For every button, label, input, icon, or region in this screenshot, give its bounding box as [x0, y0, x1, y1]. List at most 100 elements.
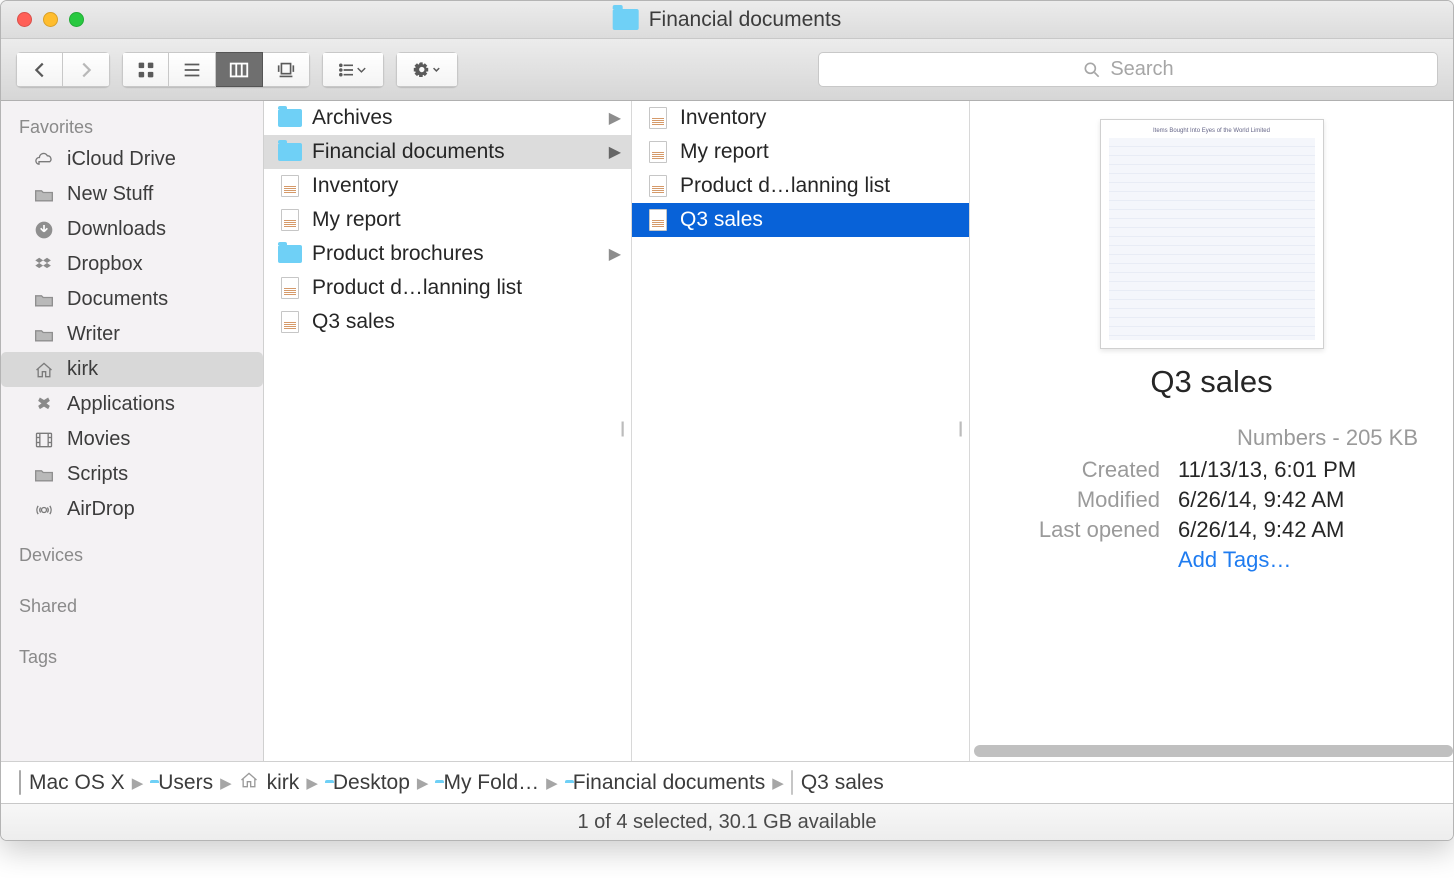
toolbar: Search — [1, 39, 1453, 101]
column-item[interactable]: My report — [632, 135, 969, 169]
sidebar-item-new-stuff[interactable]: New Stuff — [1, 177, 263, 212]
doc-icon — [278, 175, 302, 197]
path-segment[interactable]: Users — [150, 771, 213, 795]
column-item-label: Archives — [312, 106, 393, 130]
sidebar-item-icloud-drive[interactable]: iCloud Drive — [1, 142, 263, 177]
sidebar-item-kirk[interactable]: kirk — [1, 352, 263, 387]
search-input[interactable]: Search — [818, 52, 1438, 87]
column-browser: Archives▶Financial documents▶InventoryMy… — [264, 101, 1453, 761]
search-wrapper: Search — [818, 52, 1438, 87]
sidebar-item-label: kirk — [67, 358, 98, 381]
column-item-label: Inventory — [312, 174, 398, 198]
minimize-icon[interactable] — [43, 12, 58, 27]
sidebar-item-downloads[interactable]: Downloads — [1, 212, 263, 247]
sidebar-item-documents[interactable]: Documents — [1, 282, 263, 317]
horizontal-scrollbar[interactable] — [534, 741, 1453, 761]
add-tags-button[interactable]: Add Tags… — [1005, 547, 1418, 573]
icon-view-button[interactable] — [122, 52, 169, 87]
titlebar: Financial documents — [1, 1, 1453, 39]
path-segment[interactable]: Mac OS X — [19, 771, 125, 795]
sidebar-item-scripts[interactable]: Scripts — [1, 457, 263, 492]
preview-thumbnail: Items Bought Into Eyes of the World Limi… — [1100, 119, 1324, 349]
preview-meta-row: Created11/13/13, 6:01 PM — [1005, 457, 1418, 483]
path-label: Financial documents — [573, 771, 766, 795]
sidebar-item-dropbox[interactable]: Dropbox — [1, 247, 263, 282]
column-item[interactable]: Inventory — [264, 169, 631, 203]
path-label: Users — [158, 771, 213, 795]
arrange-button-group — [322, 52, 384, 87]
film-icon — [31, 429, 57, 451]
path-segment[interactable]: Q3 sales — [791, 771, 884, 795]
sidebar-header-favorites: Favorites — [1, 109, 263, 142]
sidebar-item-label: AirDrop — [67, 498, 135, 521]
column-resize-handle[interactable]: || — [621, 420, 632, 442]
path-segment[interactable]: Desktop — [325, 771, 410, 795]
sidebar-item-movies[interactable]: Movies — [1, 422, 263, 457]
column-item-label: My report — [312, 208, 401, 232]
doc-blank-icon — [278, 311, 302, 333]
sidebar-item-airdrop[interactable]: AirDrop — [1, 492, 263, 527]
doc-icon — [646, 141, 670, 163]
column-item[interactable]: Q3 sales — [264, 305, 631, 339]
column-item[interactable]: Archives▶ — [264, 101, 631, 135]
apps-icon — [31, 394, 57, 416]
chevron-right-icon: ▶ — [609, 142, 621, 162]
back-button[interactable] — [16, 52, 63, 87]
column-view-button[interactable] — [216, 52, 263, 87]
dropbox-icon — [31, 254, 57, 276]
path-segment[interactable]: kirk — [239, 770, 300, 796]
traffic-lights — [1, 12, 84, 27]
search-placeholder: Search — [1110, 58, 1173, 81]
column-item[interactable]: Inventory — [632, 101, 969, 135]
column-item[interactable]: My report — [264, 203, 631, 237]
chevron-right-icon: ▶ — [132, 774, 144, 792]
window-body: Favorites iCloud DriveNew Stuff Downloads… — [1, 101, 1453, 761]
download-icon — [31, 219, 57, 241]
sidebar-item-label: Dropbox — [67, 253, 143, 276]
column-item[interactable]: Financial documents▶ — [264, 135, 631, 169]
sidebar-item-label: Scripts — [67, 463, 128, 486]
chevron-right-icon: ▶ — [546, 774, 558, 792]
path-label: Mac OS X — [29, 771, 125, 795]
forward-button[interactable] — [63, 52, 110, 87]
list-view-button[interactable] — [169, 52, 216, 87]
cloud-icon — [31, 149, 57, 171]
window-title: Financial documents — [613, 8, 842, 32]
preview-meta-value: 6/26/14, 9:42 AM — [1178, 487, 1344, 513]
status-bar: 1 of 4 selected, 30.1 GB available — [1, 803, 1453, 840]
preview-meta-row: Last opened 6/26/14, 9:42 AM — [1005, 517, 1418, 543]
preview-meta-label: Last opened — [1005, 517, 1160, 543]
chevron-right-icon: ▶ — [306, 774, 318, 792]
column-item[interactable]: Product brochures▶ — [264, 237, 631, 271]
home-icon — [31, 359, 57, 381]
sidebar-item-writer[interactable]: Writer — [1, 317, 263, 352]
folder-gray-icon — [31, 289, 57, 311]
column-item[interactable]: Product d…lanning list — [264, 271, 631, 305]
column-item-label: Q3 sales — [680, 208, 763, 232]
sidebar-item-label: Writer — [67, 323, 120, 346]
column-resize-handle[interactable]: || — [959, 420, 970, 442]
window-title-text: Financial documents — [649, 8, 842, 32]
arrange-button[interactable] — [322, 52, 384, 87]
finder-window: Financial documents Search — [0, 0, 1454, 841]
column-0: Archives▶Financial documents▶InventoryMy… — [264, 101, 632, 761]
coverflow-view-button[interactable] — [263, 52, 310, 87]
column-item[interactable]: Product d…lanning list — [632, 169, 969, 203]
sidebar-item-applications[interactable]: Applications — [1, 387, 263, 422]
sidebar-item-label: Downloads — [67, 218, 166, 241]
column-item[interactable]: Q3 sales — [632, 203, 969, 237]
path-segment[interactable]: My Fold… — [435, 771, 539, 795]
status-text: 1 of 4 selected, 30.1 GB available — [577, 811, 876, 834]
action-button[interactable] — [396, 52, 458, 87]
preview-meta-value: 6/26/14, 9:42 AM — [1178, 517, 1344, 543]
close-icon[interactable] — [17, 12, 32, 27]
column-item-label: Q3 sales — [312, 310, 395, 334]
path-segment[interactable]: Financial documents — [565, 771, 766, 795]
sidebar-item-label: Documents — [67, 288, 168, 311]
zoom-icon[interactable] — [69, 12, 84, 27]
path-label: My Fold… — [443, 771, 539, 795]
action-button-group — [396, 52, 458, 87]
chevron-right-icon: ▶ — [417, 774, 429, 792]
home-icon — [239, 770, 259, 796]
scrollbar-thumb[interactable] — [974, 745, 1453, 757]
